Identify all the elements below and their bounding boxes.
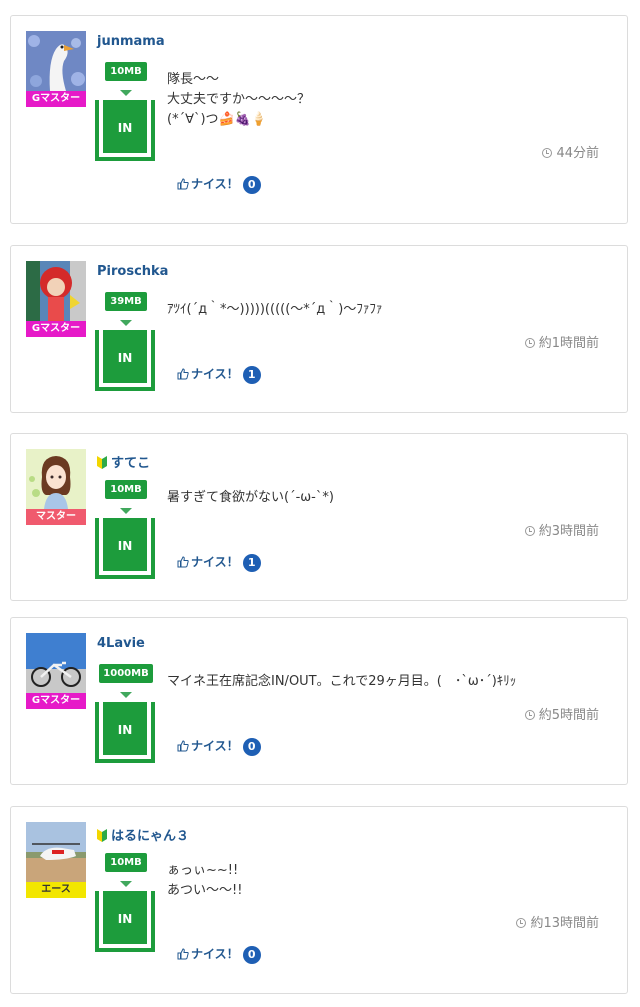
data-size-badge: 10MB [105, 853, 147, 872]
avatar-image [26, 822, 86, 882]
nice-count: 1 [242, 554, 261, 572]
post-card: エース はるにゃん３ 10MB IN ぁっぃ~~!! あつい～～!! 約13時間… [10, 806, 628, 994]
avatar[interactable] [26, 633, 86, 693]
beginner-mark-icon [97, 829, 107, 842]
nice-button[interactable]: ナイス！ 1 [177, 365, 261, 384]
nice-count: 0 [242, 738, 261, 756]
nice-button[interactable]: ナイス！ 0 [177, 737, 261, 756]
timestamp: 約13時間前 [516, 912, 599, 931]
in-gauge: IN [95, 518, 155, 579]
gauge-label: IN [103, 891, 147, 944]
avatar-image [26, 449, 86, 509]
post-card: Gマスター junmama 10MB IN 隊長～～ 大丈夫ですか～～～～？ (… [10, 15, 628, 224]
message: ｱﾂｲ(´д｀*～)))))(((((～*´д｀)～ﾌｧﾌｧ [167, 302, 383, 317]
thumbs-up-icon [177, 556, 189, 568]
arrow-down-icon [120, 90, 132, 96]
nice-button[interactable]: ナイス！ 1 [177, 553, 261, 572]
avatar-image [26, 261, 86, 321]
in-gauge: IN [95, 702, 155, 763]
data-size-badge: 1000MB [99, 664, 153, 683]
nice-count: 0 [242, 176, 261, 194]
in-gauge: IN [95, 891, 155, 952]
rank-badge: マスター [26, 509, 86, 525]
avatar[interactable] [26, 31, 86, 91]
timestamp: 約3時間前 [524, 520, 599, 539]
post-card: マスター すてこ 10MB IN 暑すぎて食欲がない(´-ω-`*) 約3時間前… [10, 433, 628, 601]
avatar[interactable] [26, 449, 86, 509]
avatar-image [26, 633, 86, 693]
nice-button[interactable]: ナイス！ 0 [177, 945, 261, 964]
username[interactable]: はるにゃん３ [97, 825, 189, 844]
message: ぁっぃ~~!! あつい～～!! [167, 863, 243, 898]
username[interactable]: junmama [97, 34, 165, 49]
clock-icon [524, 710, 535, 720]
thumbs-up-icon [177, 178, 189, 190]
nice-button[interactable]: ナイス！ 0 [177, 175, 261, 194]
gauge-label: IN [103, 330, 147, 383]
nice-count: 0 [242, 946, 261, 964]
thumbs-up-icon [177, 368, 189, 380]
in-gauge: IN [95, 100, 155, 161]
username[interactable]: すてこ [97, 452, 150, 471]
data-size-badge: 39MB [105, 292, 147, 311]
arrow-down-icon [120, 881, 132, 887]
gauge-label: IN [103, 100, 147, 153]
post-card: Gマスター Piroschka 39MB IN ｱﾂｲ(´д｀*～)))))((… [10, 245, 628, 413]
timestamp: 約5時間前 [524, 704, 599, 723]
avatar-image [26, 31, 86, 91]
data-size-badge: 10MB [105, 62, 147, 81]
arrow-down-icon [120, 692, 132, 698]
gauge-label: IN [103, 518, 147, 571]
avatar[interactable] [26, 261, 86, 321]
message: マイネ王在席記念IN/OUT。これで29ヶ月目。( ･`ω･´)ｷﾘｯ [167, 674, 517, 689]
clock-icon [516, 918, 527, 928]
clock-icon [524, 526, 535, 536]
clock-icon [542, 148, 553, 158]
rank-badge: Gマスター [26, 91, 86, 107]
beginner-mark-icon [97, 456, 107, 469]
clock-icon [524, 338, 535, 348]
timestamp: 約1時間前 [524, 332, 599, 351]
message: 暑すぎて食欲がない(´-ω-`*) [167, 490, 334, 505]
post-card: Gマスター 4Lavie 1000MB IN マイネ王在席記念IN/OUT。これ… [10, 617, 628, 785]
arrow-down-icon [120, 320, 132, 326]
thumbs-up-icon [177, 948, 189, 960]
gauge-label: IN [103, 702, 147, 755]
thumbs-up-icon [177, 740, 189, 752]
in-gauge: IN [95, 330, 155, 391]
username[interactable]: 4Lavie [97, 636, 145, 651]
avatar[interactable] [26, 822, 86, 882]
rank-badge: エース [26, 882, 86, 898]
timestamp: 44分前 [542, 142, 599, 161]
rank-badge: Gマスター [26, 321, 86, 337]
username[interactable]: Piroschka [97, 264, 168, 279]
data-size-badge: 10MB [105, 480, 147, 499]
arrow-down-icon [120, 508, 132, 514]
rank-badge: Gマスター [26, 693, 86, 709]
nice-count: 1 [242, 366, 261, 384]
message: 隊長～～ 大丈夫ですか～～～～？ (*´∀`)つ🍰🍇🍦 [167, 72, 311, 127]
